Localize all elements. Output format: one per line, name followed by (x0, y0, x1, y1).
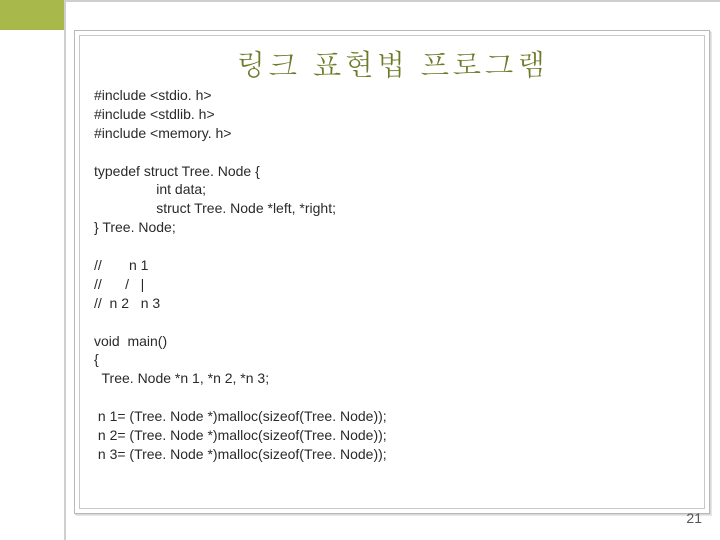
page-number: 21 (686, 510, 702, 526)
code-block: #include <stdio. h> #include <stdlib. h>… (94, 86, 387, 464)
vertical-border-line (64, 0, 66, 540)
top-border-line (66, 0, 720, 2)
accent-stripe (0, 0, 66, 30)
slide-frame-inner: 링크 표현법 프로그램 #include <stdio. h> #include… (79, 35, 705, 509)
slide-frame-outer: 링크 표현법 프로그램 #include <stdio. h> #include… (74, 30, 710, 514)
slide-title: 링크 표현법 프로그램 (80, 42, 704, 84)
